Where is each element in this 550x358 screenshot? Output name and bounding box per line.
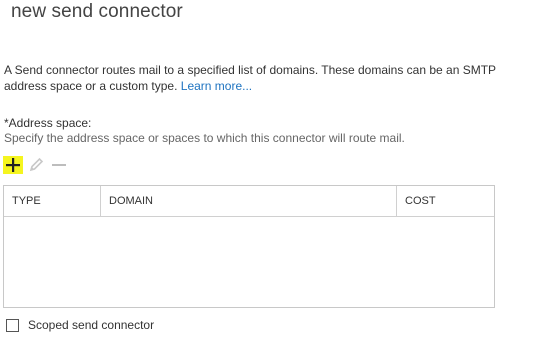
plus-icon: [6, 158, 20, 172]
column-header-type[interactable]: TYPE: [4, 186, 101, 216]
pencil-icon: [29, 157, 44, 172]
address-space-table: TYPE DOMAIN COST: [3, 185, 495, 308]
remove-button[interactable]: [49, 155, 69, 175]
page-title: new send connector: [11, 1, 183, 22]
address-space-toolbar: [3, 155, 72, 175]
minus-icon: [52, 164, 66, 166]
table-header: TYPE DOMAIN COST: [4, 186, 494, 217]
address-space-hint: Specify the address space or spaces to w…: [4, 131, 405, 145]
scoped-connector-checkbox[interactable]: [6, 318, 19, 332]
column-header-cost[interactable]: COST: [397, 186, 494, 216]
scoped-connector-row[interactable]: Scoped send connector: [6, 318, 154, 332]
add-button[interactable]: [3, 156, 23, 174]
learn-more-link[interactable]: Learn more...: [181, 79, 252, 93]
scoped-connector-label: Scoped send connector: [28, 318, 155, 332]
new-send-connector-page: new send connector A Send connector rout…: [0, 0, 550, 358]
edit-button[interactable]: [26, 155, 46, 175]
table-body[interactable]: [4, 217, 494, 307]
column-header-domain[interactable]: DOMAIN: [101, 186, 397, 216]
description-text: A Send connector routes mail to a specif…: [4, 62, 504, 94]
address-space-label: *Address space:: [4, 116, 92, 130]
